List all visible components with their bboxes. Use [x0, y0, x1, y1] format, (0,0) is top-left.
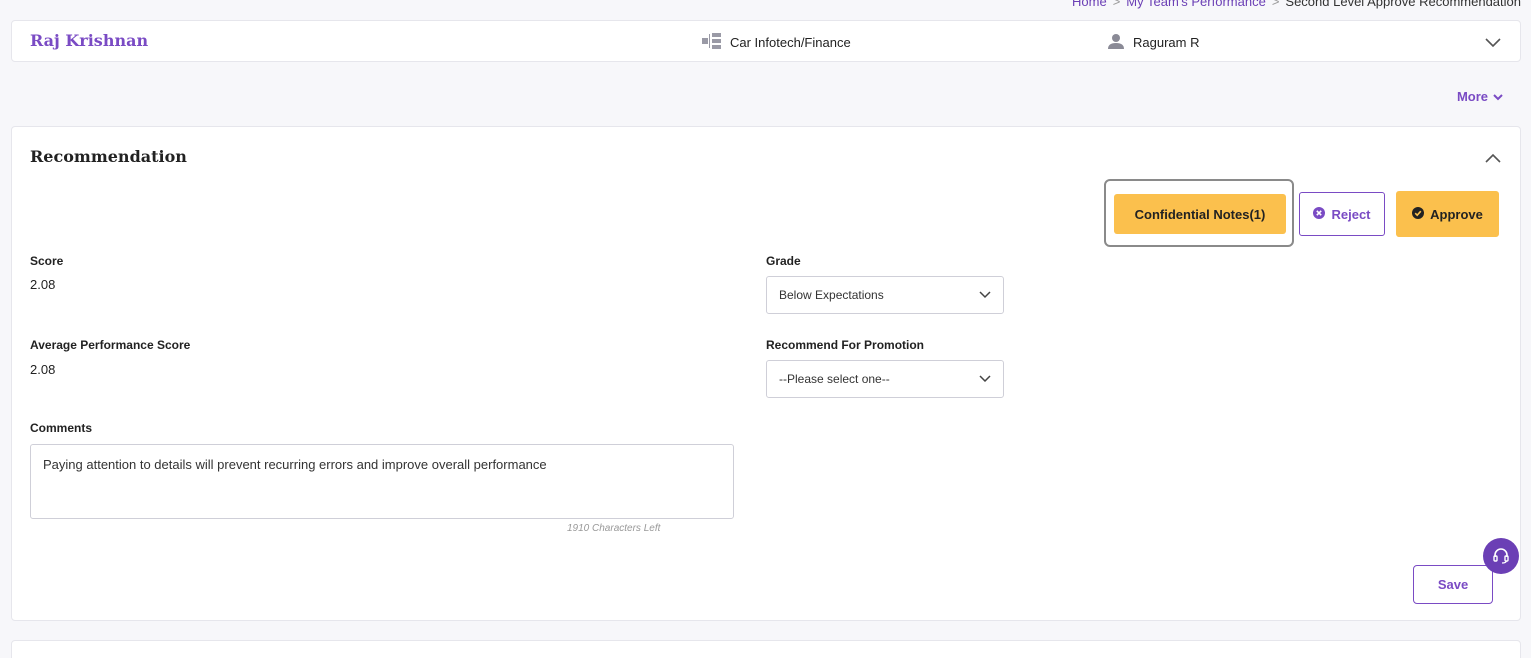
manager-label: Raguram R [1133, 35, 1200, 50]
breadcrumb: Home > My Team's Performance > Second Level … [1072, 0, 1521, 9]
recommendation-title: Recommendation [30, 147, 187, 166]
org-chart-icon [702, 33, 722, 52]
breadcrumb-current: Second Level Approve Recommendation [1285, 0, 1521, 9]
confidential-notes-label: Confidential Notes(1) [1134, 206, 1266, 222]
recommendation-card: Recommendation Confidential Notes(1) Rej… [11, 126, 1521, 621]
average-score-value: 2.08 [30, 362, 56, 377]
employee-department: Car Infotech/Finance [702, 33, 851, 52]
save-button[interactable]: Save [1413, 565, 1493, 604]
approve-button[interactable]: Approve [1396, 191, 1499, 237]
comments-label: Comments [30, 421, 93, 435]
score-value: 2.08 [30, 277, 56, 292]
department-label: Car Infotech/Finance [730, 35, 851, 50]
chevron-up-icon[interactable] [1484, 149, 1502, 167]
check-circle-icon [1412, 206, 1425, 222]
chevron-down-icon [979, 288, 991, 302]
breadcrumb-separator: > [1112, 0, 1121, 9]
confidential-notes-button[interactable]: Confidential Notes(1) [1114, 194, 1286, 234]
grade-select[interactable]: Below Expectations [766, 276, 1004, 314]
characters-left-counter: 1910 Characters Left [567, 523, 661, 534]
employee-header-card: Raj Krishnan Car Infotech/Finance Ragura… [11, 20, 1521, 62]
average-score-label: Average Performance Score [30, 338, 191, 352]
next-section-card [11, 640, 1521, 658]
chevron-down-icon [1493, 89, 1503, 104]
employee-name[interactable]: Raj Krishnan [30, 31, 148, 50]
promotion-selected-value: --Please select one-- [779, 372, 890, 386]
approve-label: Approve [1430, 206, 1483, 222]
save-label: Save [1437, 577, 1469, 592]
reject-button[interactable]: Reject [1299, 192, 1385, 236]
x-circle-icon [1313, 206, 1326, 222]
breadcrumb-separator: > [1271, 0, 1280, 9]
employee-manager: Raguram R [1107, 33, 1199, 52]
headset-icon[interactable] [1483, 538, 1519, 574]
user-icon [1107, 33, 1125, 52]
more-button[interactable]: More [1457, 89, 1503, 104]
score-label: Score [30, 254, 64, 268]
breadcrumb-team-performance[interactable]: My Team's Performance [1126, 0, 1266, 9]
more-label: More [1456, 89, 1488, 104]
grade-label: Grade [766, 254, 801, 268]
reject-label: Reject [1331, 206, 1371, 222]
chevron-down-icon[interactable] [1484, 34, 1502, 52]
chevron-down-icon [979, 372, 991, 386]
breadcrumb-home[interactable]: Home [1072, 0, 1107, 9]
promotion-select[interactable]: --Please select one-- [766, 360, 1004, 398]
grade-selected-value: Below Expectations [779, 288, 884, 302]
promotion-label: Recommend For Promotion [766, 338, 925, 352]
comments-textarea[interactable]: Paying attention to details will prevent… [30, 444, 734, 519]
